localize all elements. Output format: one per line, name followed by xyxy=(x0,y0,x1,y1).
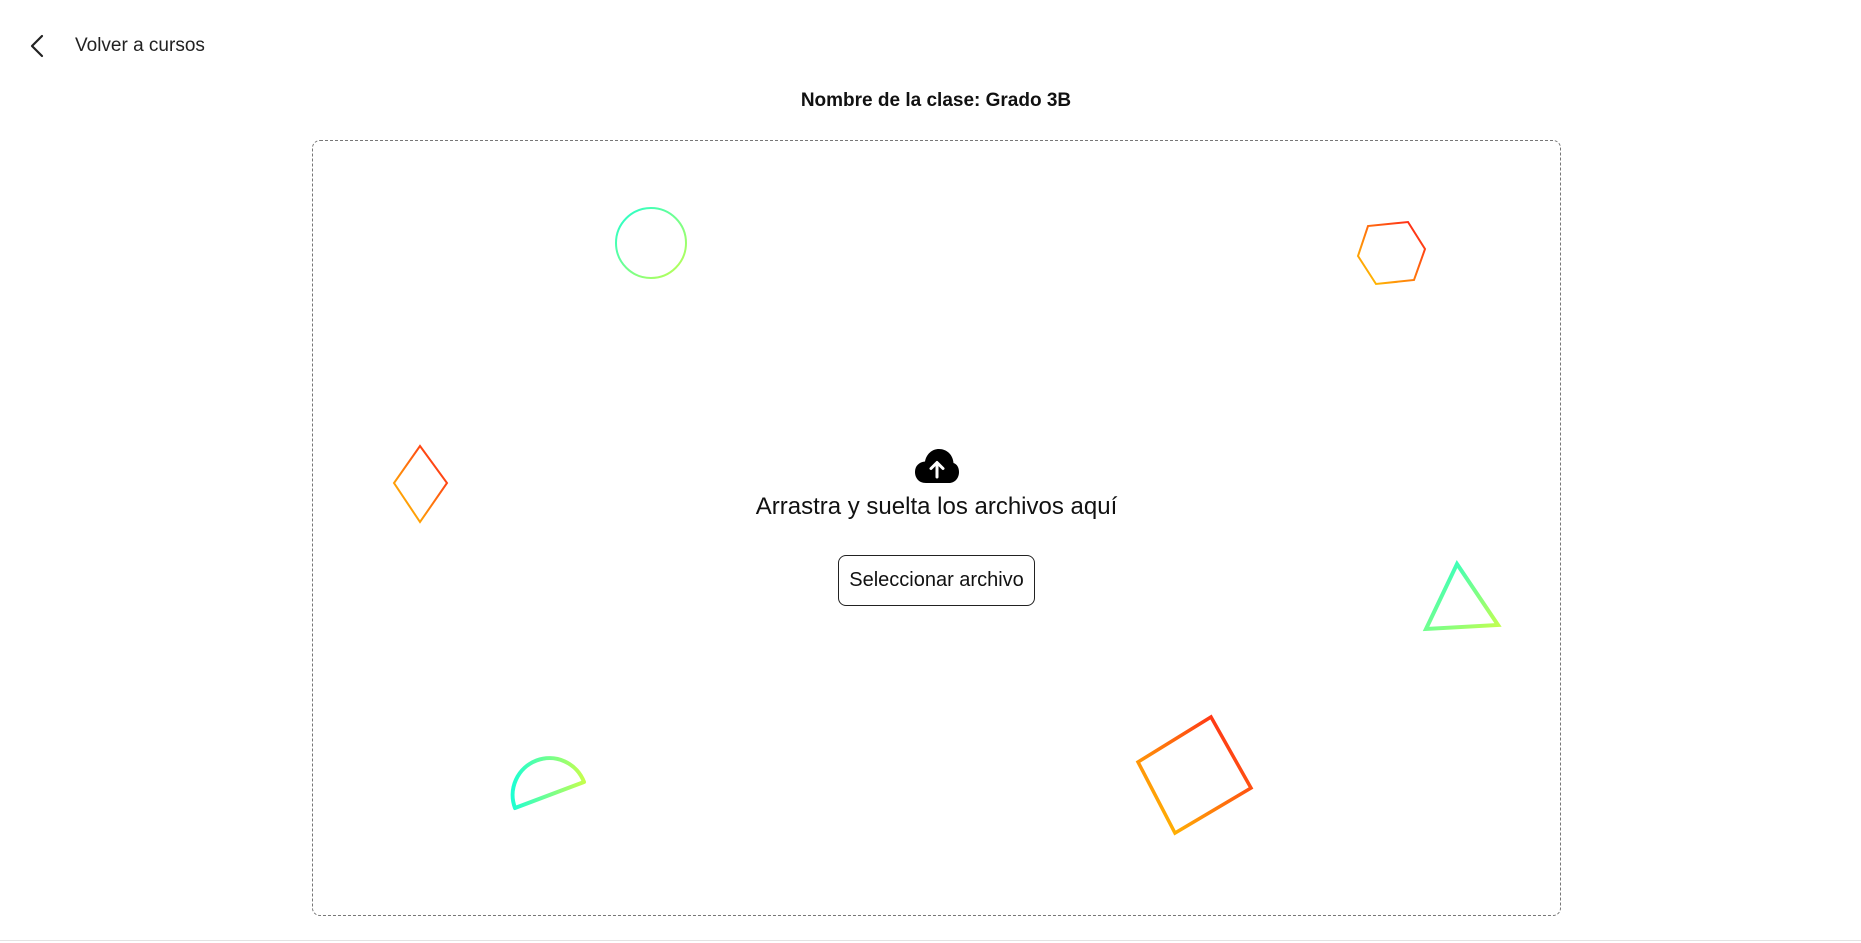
dropzone-prompt: Arrastra y suelta los archivos aquí xyxy=(755,493,1118,520)
back-to-courses-link[interactable]: Volver a cursos xyxy=(26,34,205,58)
select-file-button[interactable]: Seleccionar archivo xyxy=(838,555,1035,606)
back-link-label: Volver a cursos xyxy=(75,35,205,56)
decorative-hexagon-shape xyxy=(1356,220,1427,286)
decorative-semicircle-shape xyxy=(510,756,586,810)
chevron-left-icon xyxy=(26,34,48,58)
decorative-square-shape xyxy=(1135,714,1254,836)
cloud-upload-icon xyxy=(914,449,959,483)
page: Volver a cursos Nombre de la clase: Grad… xyxy=(0,0,1861,943)
decorative-circle-shape xyxy=(615,207,687,279)
dropzone-content: Arrastra y suelta los archivos aquí Sele… xyxy=(313,447,1560,606)
bottom-divider xyxy=(0,940,1861,941)
page-title: Nombre de la clase: Grado 3B xyxy=(800,90,1072,111)
file-dropzone[interactable]: Arrastra y suelta los archivos aquí Sele… xyxy=(312,140,1561,916)
